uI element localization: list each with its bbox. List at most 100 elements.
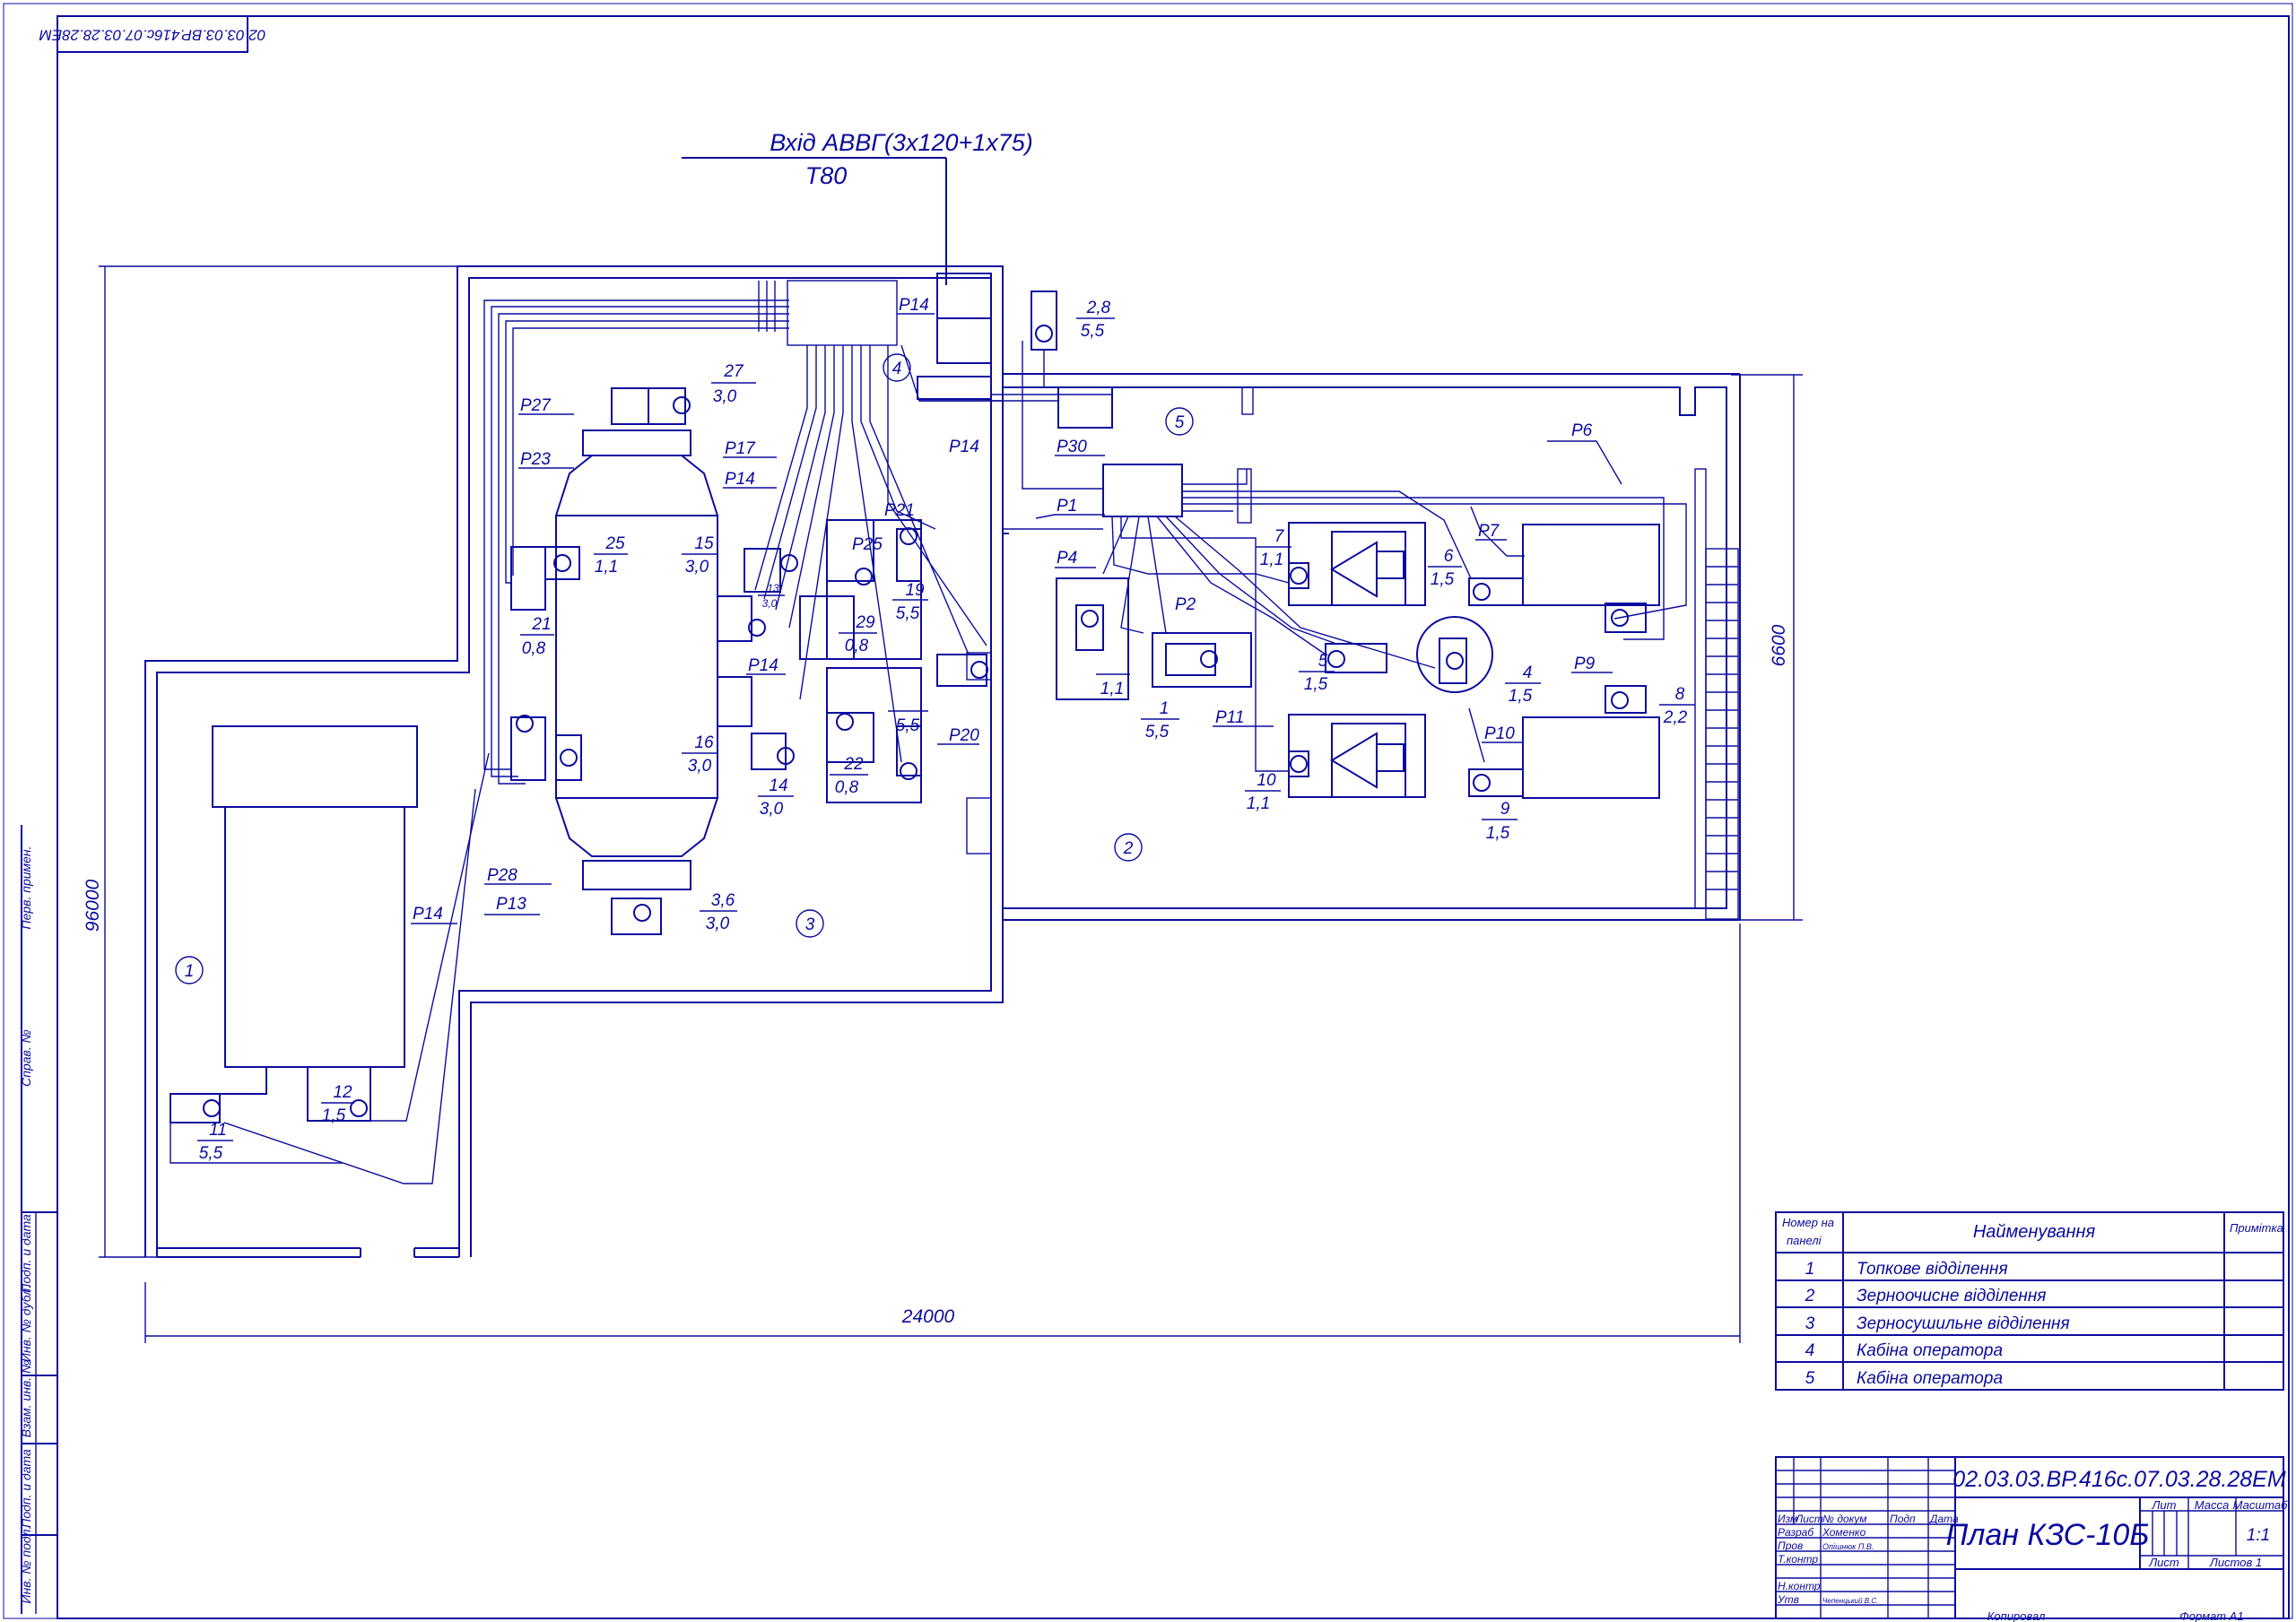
cable-label: Р6 <box>1571 421 1593 440</box>
svg-text:5: 5 <box>1318 652 1328 671</box>
stamp-tkontr: Т.контр <box>1778 1553 1818 1566</box>
svg-text:1,5: 1,5 <box>322 1106 346 1125</box>
left-side-stamp: Перв. примен. Справ. № Подп. и дата Инв.… <box>19 825 58 1614</box>
dim-side: 6600 <box>1769 624 1789 666</box>
motor-label: 143,0 <box>758 776 794 819</box>
stamp-scale: 1:1 <box>2247 1526 2270 1545</box>
svg-text:3: 3 <box>805 915 815 934</box>
motor-label: 71,1 <box>1256 527 1292 569</box>
svg-text:5: 5 <box>1175 413 1185 432</box>
motor-label: 163,0 <box>682 733 718 776</box>
motor-label: 121,5 <box>321 1083 354 1125</box>
motor-label: 290,8 <box>839 613 877 655</box>
svg-text:1,5: 1,5 <box>1431 570 1455 589</box>
svg-text:Зерносушильне відділення: Зерносушильне відділення <box>1857 1314 2070 1333</box>
stamp-razrab: Разраб <box>1778 1526 1814 1539</box>
stamp-nkontr: Н.контр <box>1778 1580 1821 1592</box>
cable-label: Р7 <box>1478 522 1500 541</box>
cable-label: Р27 <box>520 396 552 415</box>
motor-label: 195,5 <box>892 581 928 623</box>
stamp-utv: Утв <box>1777 1593 1799 1606</box>
svg-text:21: 21 <box>531 615 551 634</box>
stamp-doc: № докум <box>1822 1513 1867 1525</box>
table-header-name: Найменування <box>1973 1222 2096 1242</box>
motor-label: 153,0 <box>682 534 718 577</box>
svg-text:2,8: 2,8 <box>1086 299 1111 317</box>
svg-text:1: 1 <box>1160 699 1170 718</box>
svg-text:3,0: 3,0 <box>706 915 730 933</box>
svg-text:19: 19 <box>905 581 925 600</box>
side-label-sprav: Справ. № <box>19 1029 33 1087</box>
svg-text:9: 9 <box>1500 800 1510 819</box>
svg-text:1,1: 1,1 <box>1247 794 1270 813</box>
cable-label: Р2 <box>1175 595 1196 614</box>
svg-text:29: 29 <box>855 613 875 632</box>
side-label-perv: Перв. примен. <box>19 846 33 929</box>
stamp-mass: Масса <box>2195 1498 2229 1512</box>
dim-width: 24000 <box>901 1306 955 1327</box>
svg-text:25: 25 <box>604 534 625 553</box>
svg-text:3,0: 3,0 <box>762 597 778 610</box>
cable-label: Р21 <box>884 501 915 520</box>
svg-text:10: 10 <box>1257 771 1276 790</box>
side-label-podp1: Подп. и дата <box>19 1214 33 1293</box>
motor-labels: 273,0 251,1 153,0 133,0 195,5 290,8 210,… <box>197 299 1695 1163</box>
svg-text:5,5: 5,5 <box>199 1144 223 1163</box>
svg-text:Зерноочисне відділення: Зерноочисне відділення <box>1857 1287 2046 1305</box>
svg-text:2,2: 2,2 <box>1663 708 1688 727</box>
stamp-prov: Пров <box>1778 1540 1803 1552</box>
input-line2: Т80 <box>805 162 848 189</box>
motor-label: 15,5 <box>1141 699 1179 742</box>
svg-text:3,0: 3,0 <box>760 800 784 819</box>
cable-routes <box>483 280 1687 785</box>
stamp-format: Формат А1 <box>2179 1609 2243 1622</box>
side-label-vzam: Взам. инв. № <box>19 1360 33 1438</box>
title-drawing-name: План КЗС-10Б <box>1946 1518 2150 1552</box>
svg-text:4: 4 <box>892 360 902 378</box>
cable-label: Р14 <box>949 438 979 456</box>
title-block: 02.03.03.ВР.416с.07.03.28.28ЕМ План КЗС-… <box>1775 1456 2288 1622</box>
cable-label: Р20 <box>949 726 979 745</box>
title-doc-code: 02.03.03.ВР.416с.07.03.28.28ЕМ <box>1952 1467 2286 1492</box>
table-row: 3 Зерносушильне відділення <box>1805 1314 2070 1333</box>
zones-table: Номер на панелі Найменування Примітка 1 Т… <box>1775 1211 2284 1391</box>
motor-label: 91,5 <box>1482 800 1518 843</box>
svg-text:22: 22 <box>843 755 864 774</box>
motor-label: 101,1 <box>1245 771 1281 813</box>
svg-text:1,1: 1,1 <box>1100 680 1124 698</box>
svg-text:2: 2 <box>1805 1287 1815 1305</box>
stamp-utv-name: Чепенцький В.С. <box>1822 1597 1878 1605</box>
motor-label: 273,0 <box>711 362 756 406</box>
cable-label: Р14 <box>413 905 443 924</box>
table-row: 2 Зерноочисне відділення <box>1805 1287 2047 1305</box>
stamp-sign: Подп <box>1890 1513 1916 1525</box>
motor-label: 3,63,0 <box>700 891 737 933</box>
motor-label: 41,5 <box>1505 664 1541 706</box>
svg-text:5,5: 5,5 <box>896 604 920 623</box>
motor-label: 210,8 <box>520 615 554 658</box>
cable-label: Р28 <box>487 866 517 885</box>
motor-label: 61,5 <box>1428 547 1462 589</box>
electrical-plan-drawing: 02.03.03.ВР.416с.07.03.28.28ЕМ Перв. при… <box>3 3 2293 1622</box>
dim-height: 96000 <box>83 879 103 932</box>
svg-text:16: 16 <box>694 733 714 752</box>
svg-text:3,0: 3,0 <box>713 387 737 406</box>
svg-text:1,5: 1,5 <box>1486 824 1510 843</box>
svg-text:1,1: 1,1 <box>1260 551 1283 569</box>
cable-label: Р11 <box>1215 708 1244 727</box>
cable-label: Р1 <box>1057 497 1077 516</box>
stamp-kopir: Копировал <box>1987 1609 2046 1622</box>
input-caption: Вхід АВВГ(3х120+1х75) Т80 <box>682 129 1033 285</box>
svg-text:8: 8 <box>1675 685 1685 704</box>
svg-text:1: 1 <box>185 962 195 981</box>
svg-text:13: 13 <box>767 582 779 594</box>
svg-text:5: 5 <box>1805 1369 1815 1388</box>
svg-text:5,5: 5,5 <box>1145 723 1170 742</box>
svg-text:Кабіна оператора: Кабіна оператора <box>1857 1341 2003 1360</box>
svg-text:7: 7 <box>1274 527 1285 546</box>
motor-label: 2,85,5 <box>1076 299 1115 341</box>
cable-label: Р25 <box>852 535 883 554</box>
svg-text:1,1: 1,1 <box>595 558 618 577</box>
svg-text:0,8: 0,8 <box>522 639 546 658</box>
building-walls <box>144 265 1741 1258</box>
